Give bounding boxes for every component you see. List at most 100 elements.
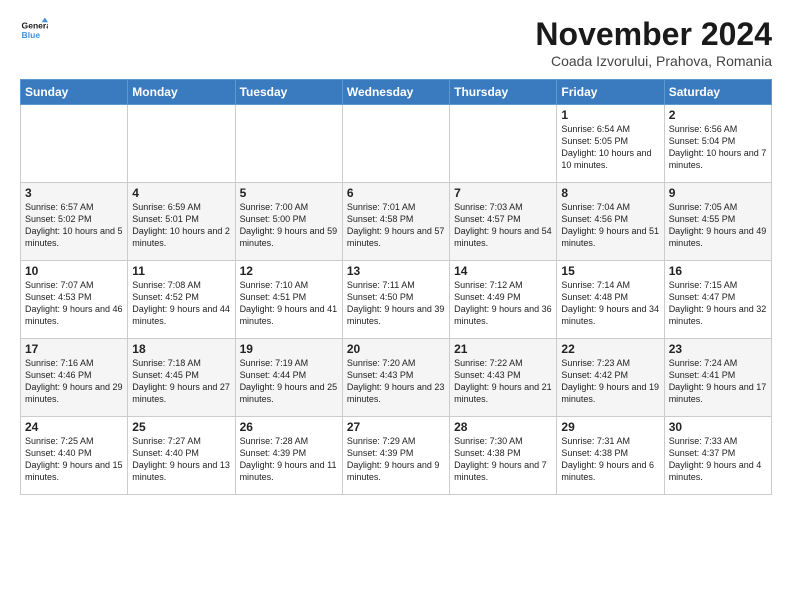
day-number: 24 [25, 420, 123, 434]
header-sunday: Sunday [21, 80, 128, 105]
calendar-cell: 2Sunrise: 6:56 AM Sunset: 5:04 PM Daylig… [664, 105, 771, 183]
calendar-table: SundayMondayTuesdayWednesdayThursdayFrid… [20, 79, 772, 495]
calendar-cell [128, 105, 235, 183]
week-row-5: 24Sunrise: 7:25 AM Sunset: 4:40 PM Dayli… [21, 417, 772, 495]
calendar-cell: 8Sunrise: 7:04 AM Sunset: 4:56 PM Daylig… [557, 183, 664, 261]
calendar-cell [21, 105, 128, 183]
day-info: Sunrise: 7:12 AM Sunset: 4:49 PM Dayligh… [454, 279, 552, 328]
calendar-cell: 21Sunrise: 7:22 AM Sunset: 4:43 PM Dayli… [450, 339, 557, 417]
calendar-cell: 10Sunrise: 7:07 AM Sunset: 4:53 PM Dayli… [21, 261, 128, 339]
calendar-cell: 15Sunrise: 7:14 AM Sunset: 4:48 PM Dayli… [557, 261, 664, 339]
day-number: 29 [561, 420, 659, 434]
day-info: Sunrise: 7:29 AM Sunset: 4:39 PM Dayligh… [347, 435, 445, 484]
day-number: 10 [25, 264, 123, 278]
day-number: 1 [561, 108, 659, 122]
day-number: 3 [25, 186, 123, 200]
day-number: 12 [240, 264, 338, 278]
calendar-cell: 14Sunrise: 7:12 AM Sunset: 4:49 PM Dayli… [450, 261, 557, 339]
day-info: Sunrise: 7:24 AM Sunset: 4:41 PM Dayligh… [669, 357, 767, 406]
day-info: Sunrise: 7:05 AM Sunset: 4:55 PM Dayligh… [669, 201, 767, 250]
day-number: 14 [454, 264, 552, 278]
calendar-cell: 18Sunrise: 7:18 AM Sunset: 4:45 PM Dayli… [128, 339, 235, 417]
day-info: Sunrise: 7:03 AM Sunset: 4:57 PM Dayligh… [454, 201, 552, 250]
calendar-cell: 9Sunrise: 7:05 AM Sunset: 4:55 PM Daylig… [664, 183, 771, 261]
header-saturday: Saturday [664, 80, 771, 105]
calendar-cell: 28Sunrise: 7:30 AM Sunset: 4:38 PM Dayli… [450, 417, 557, 495]
calendar-cell [450, 105, 557, 183]
calendar-cell: 11Sunrise: 7:08 AM Sunset: 4:52 PM Dayli… [128, 261, 235, 339]
calendar-cell: 27Sunrise: 7:29 AM Sunset: 4:39 PM Dayli… [342, 417, 449, 495]
day-info: Sunrise: 7:04 AM Sunset: 4:56 PM Dayligh… [561, 201, 659, 250]
calendar-cell: 5Sunrise: 7:00 AM Sunset: 5:00 PM Daylig… [235, 183, 342, 261]
page: General Blue November 2024 Coada Izvorul… [0, 0, 792, 612]
day-info: Sunrise: 7:01 AM Sunset: 4:58 PM Dayligh… [347, 201, 445, 250]
calendar-cell: 29Sunrise: 7:31 AM Sunset: 4:38 PM Dayli… [557, 417, 664, 495]
calendar-cell: 12Sunrise: 7:10 AM Sunset: 4:51 PM Dayli… [235, 261, 342, 339]
day-info: Sunrise: 7:20 AM Sunset: 4:43 PM Dayligh… [347, 357, 445, 406]
day-number: 4 [132, 186, 230, 200]
calendar-cell: 7Sunrise: 7:03 AM Sunset: 4:57 PM Daylig… [450, 183, 557, 261]
logo-icon: General Blue [20, 16, 48, 44]
day-info: Sunrise: 7:16 AM Sunset: 4:46 PM Dayligh… [25, 357, 123, 406]
calendar-cell: 22Sunrise: 7:23 AM Sunset: 4:42 PM Dayli… [557, 339, 664, 417]
calendar-cell [342, 105, 449, 183]
calendar-cell: 23Sunrise: 7:24 AM Sunset: 4:41 PM Dayli… [664, 339, 771, 417]
day-info: Sunrise: 7:18 AM Sunset: 4:45 PM Dayligh… [132, 357, 230, 406]
day-info: Sunrise: 7:30 AM Sunset: 4:38 PM Dayligh… [454, 435, 552, 484]
day-info: Sunrise: 7:25 AM Sunset: 4:40 PM Dayligh… [25, 435, 123, 484]
header-thursday: Thursday [450, 80, 557, 105]
month-title: November 2024 [535, 16, 772, 53]
day-number: 9 [669, 186, 767, 200]
calendar-cell: 17Sunrise: 7:16 AM Sunset: 4:46 PM Dayli… [21, 339, 128, 417]
day-info: Sunrise: 7:31 AM Sunset: 4:38 PM Dayligh… [561, 435, 659, 484]
day-info: Sunrise: 7:14 AM Sunset: 4:48 PM Dayligh… [561, 279, 659, 328]
day-info: Sunrise: 7:22 AM Sunset: 4:43 PM Dayligh… [454, 357, 552, 406]
location: Coada Izvorului, Prahova, Romania [535, 53, 772, 69]
day-info: Sunrise: 7:27 AM Sunset: 4:40 PM Dayligh… [132, 435, 230, 484]
day-number: 19 [240, 342, 338, 356]
day-info: Sunrise: 7:28 AM Sunset: 4:39 PM Dayligh… [240, 435, 338, 484]
day-info: Sunrise: 6:54 AM Sunset: 5:05 PM Dayligh… [561, 123, 659, 172]
week-row-1: 1Sunrise: 6:54 AM Sunset: 5:05 PM Daylig… [21, 105, 772, 183]
day-info: Sunrise: 7:23 AM Sunset: 4:42 PM Dayligh… [561, 357, 659, 406]
header: General Blue November 2024 Coada Izvorul… [20, 16, 772, 69]
day-info: Sunrise: 7:11 AM Sunset: 4:50 PM Dayligh… [347, 279, 445, 328]
week-row-2: 3Sunrise: 6:57 AM Sunset: 5:02 PM Daylig… [21, 183, 772, 261]
calendar-cell: 13Sunrise: 7:11 AM Sunset: 4:50 PM Dayli… [342, 261, 449, 339]
svg-text:Blue: Blue [22, 30, 41, 40]
header-wednesday: Wednesday [342, 80, 449, 105]
calendar-cell: 24Sunrise: 7:25 AM Sunset: 4:40 PM Dayli… [21, 417, 128, 495]
calendar-cell: 16Sunrise: 7:15 AM Sunset: 4:47 PM Dayli… [664, 261, 771, 339]
calendar-cell: 1Sunrise: 6:54 AM Sunset: 5:05 PM Daylig… [557, 105, 664, 183]
header-friday: Friday [557, 80, 664, 105]
day-number: 30 [669, 420, 767, 434]
day-number: 25 [132, 420, 230, 434]
day-number: 17 [25, 342, 123, 356]
calendar-cell [235, 105, 342, 183]
day-info: Sunrise: 7:00 AM Sunset: 5:00 PM Dayligh… [240, 201, 338, 250]
day-info: Sunrise: 6:56 AM Sunset: 5:04 PM Dayligh… [669, 123, 767, 172]
day-number: 2 [669, 108, 767, 122]
day-number: 5 [240, 186, 338, 200]
calendar-cell: 30Sunrise: 7:33 AM Sunset: 4:37 PM Dayli… [664, 417, 771, 495]
day-info: Sunrise: 7:15 AM Sunset: 4:47 PM Dayligh… [669, 279, 767, 328]
day-info: Sunrise: 6:59 AM Sunset: 5:01 PM Dayligh… [132, 201, 230, 250]
logo: General Blue [20, 16, 48, 44]
day-number: 15 [561, 264, 659, 278]
day-info: Sunrise: 7:10 AM Sunset: 4:51 PM Dayligh… [240, 279, 338, 328]
calendar-cell: 26Sunrise: 7:28 AM Sunset: 4:39 PM Dayli… [235, 417, 342, 495]
day-info: Sunrise: 7:33 AM Sunset: 4:37 PM Dayligh… [669, 435, 767, 484]
title-block: November 2024 Coada Izvorului, Prahova, … [535, 16, 772, 69]
day-number: 18 [132, 342, 230, 356]
day-number: 13 [347, 264, 445, 278]
day-number: 11 [132, 264, 230, 278]
calendar-cell: 4Sunrise: 6:59 AM Sunset: 5:01 PM Daylig… [128, 183, 235, 261]
header-tuesday: Tuesday [235, 80, 342, 105]
calendar-cell: 20Sunrise: 7:20 AM Sunset: 4:43 PM Dayli… [342, 339, 449, 417]
day-number: 16 [669, 264, 767, 278]
day-info: Sunrise: 7:19 AM Sunset: 4:44 PM Dayligh… [240, 357, 338, 406]
day-number: 7 [454, 186, 552, 200]
week-row-4: 17Sunrise: 7:16 AM Sunset: 4:46 PM Dayli… [21, 339, 772, 417]
day-number: 6 [347, 186, 445, 200]
header-monday: Monday [128, 80, 235, 105]
